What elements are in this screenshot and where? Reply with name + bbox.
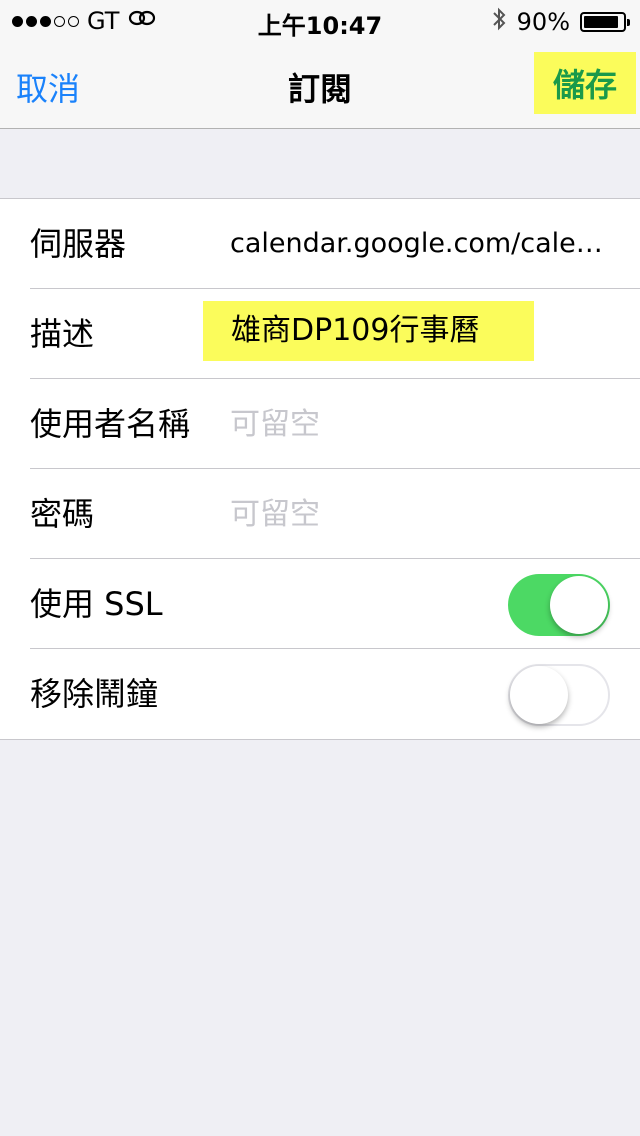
status-right: 90% [491,6,630,38]
username-label: 使用者名稱 [30,405,191,443]
password-field[interactable] [230,494,610,534]
description-label: 描述 [30,315,95,353]
toggle-knob [550,576,608,634]
remove-alarms-toggle[interactable] [508,664,610,726]
description-value[interactable]: 雄商DP109行事曆 [203,301,534,361]
save-button[interactable]: 儲存 [534,52,636,114]
description-row[interactable]: 描述 雄商DP109行事曆 [0,289,640,379]
password-label: 密碼 [30,495,95,533]
password-row[interactable]: 密碼 [0,469,640,559]
bluetooth-icon [491,6,507,38]
username-row[interactable]: 使用者名稱 [0,379,640,469]
server-value[interactable]: calendar.google.com/calen... [230,199,610,289]
server-label: 伺服器 [30,225,127,263]
battery-fill [584,16,618,28]
ssl-toggle[interactable] [508,574,610,636]
remove-alarms-label: 移除鬧鐘 [30,675,159,713]
status-bar: GT 上午10:47 90% [0,0,640,40]
ssl-label: 使用 SSL [30,585,163,623]
battery-cap [627,19,630,26]
server-row[interactable]: 伺服器 calendar.google.com/calen... [0,199,640,289]
battery-icon [580,12,630,32]
username-field[interactable] [230,404,610,444]
ssl-row: 使用 SSL [0,559,640,649]
remove-alarms-row: 移除鬧鐘 [0,649,640,739]
subscription-form: 伺服器 calendar.google.com/calen... 描述 雄商DP… [0,198,640,740]
navigation-bar: 取消 訂閱 儲存 [0,40,640,129]
battery-percent: 90% [516,8,570,36]
toggle-knob [510,666,568,724]
